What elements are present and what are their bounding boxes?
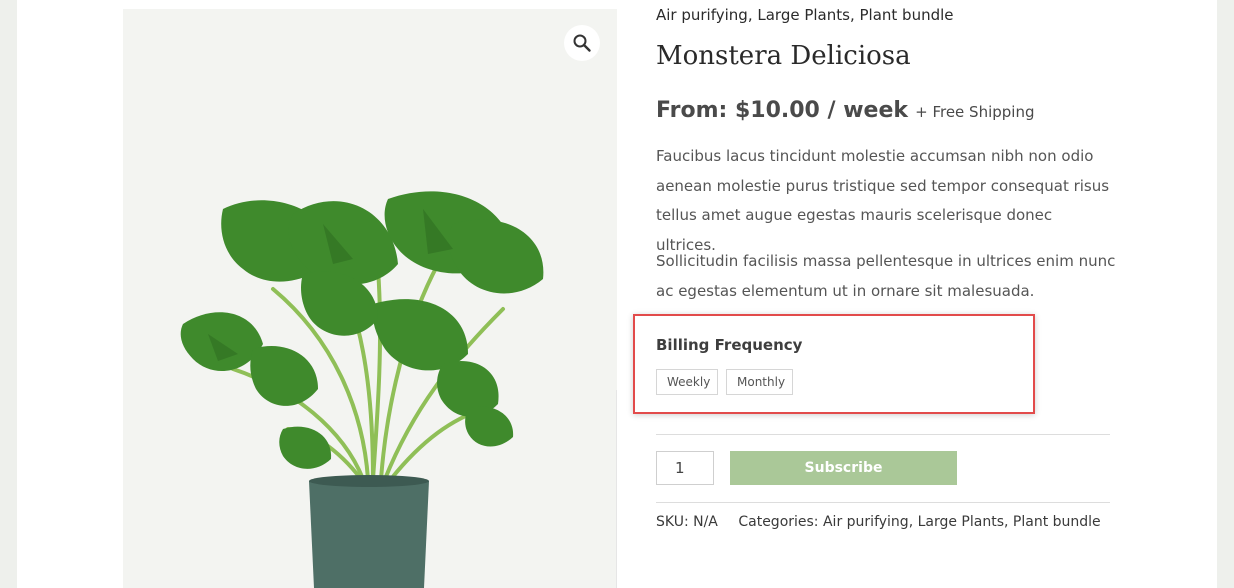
shipping-note: + Free Shipping bbox=[915, 103, 1035, 121]
tag-link[interactable]: Large Plants bbox=[757, 6, 850, 24]
billing-frequency-highlight bbox=[633, 314, 1035, 414]
product-title: Monstera Deliciosa bbox=[656, 41, 911, 71]
billing-frequency-label: Billing Frequency bbox=[656, 336, 803, 354]
category-link[interactable]: Plant bundle bbox=[1013, 514, 1101, 530]
divider bbox=[656, 502, 1110, 503]
gallery-divider bbox=[616, 390, 617, 588]
sku-label: SKU: bbox=[656, 514, 689, 530]
price-amount: From: $10.00 / week bbox=[656, 98, 909, 123]
product-description: Sollicitudin facilisis massa pellentesqu… bbox=[656, 252, 1116, 300]
plant-pot bbox=[309, 481, 429, 588]
subscribe-button[interactable]: Subscribe bbox=[730, 451, 957, 485]
category-link[interactable]: Air purifying bbox=[823, 514, 909, 530]
product-meta: SKU: N/A Categories: Air purifying, Larg… bbox=[656, 514, 1101, 530]
billing-option-monthly[interactable]: Monthly bbox=[726, 369, 793, 395]
sku-value: N/A bbox=[693, 514, 718, 530]
billing-option-weekly[interactable]: Weekly bbox=[656, 369, 718, 395]
categories-label: Categories: bbox=[738, 514, 819, 530]
product-tags: Air purifying, Large Plants, Plant bundl… bbox=[656, 6, 954, 24]
divider bbox=[656, 434, 1110, 435]
product-image bbox=[180, 191, 544, 588]
tag-link[interactable]: Air purifying bbox=[656, 6, 748, 24]
magnifier-icon bbox=[573, 34, 591, 52]
category-link[interactable]: Large Plants bbox=[918, 514, 1004, 530]
product-gallery[interactable] bbox=[123, 9, 617, 588]
quantity-input[interactable] bbox=[656, 451, 714, 485]
product-description: Faucibus lacus tincidunt molestie accums… bbox=[656, 147, 1110, 254]
product-price: From: $10.00 / week + Free Shipping bbox=[656, 98, 1034, 123]
tag-link[interactable]: Plant bundle bbox=[860, 6, 954, 24]
zoom-button[interactable] bbox=[564, 25, 600, 61]
